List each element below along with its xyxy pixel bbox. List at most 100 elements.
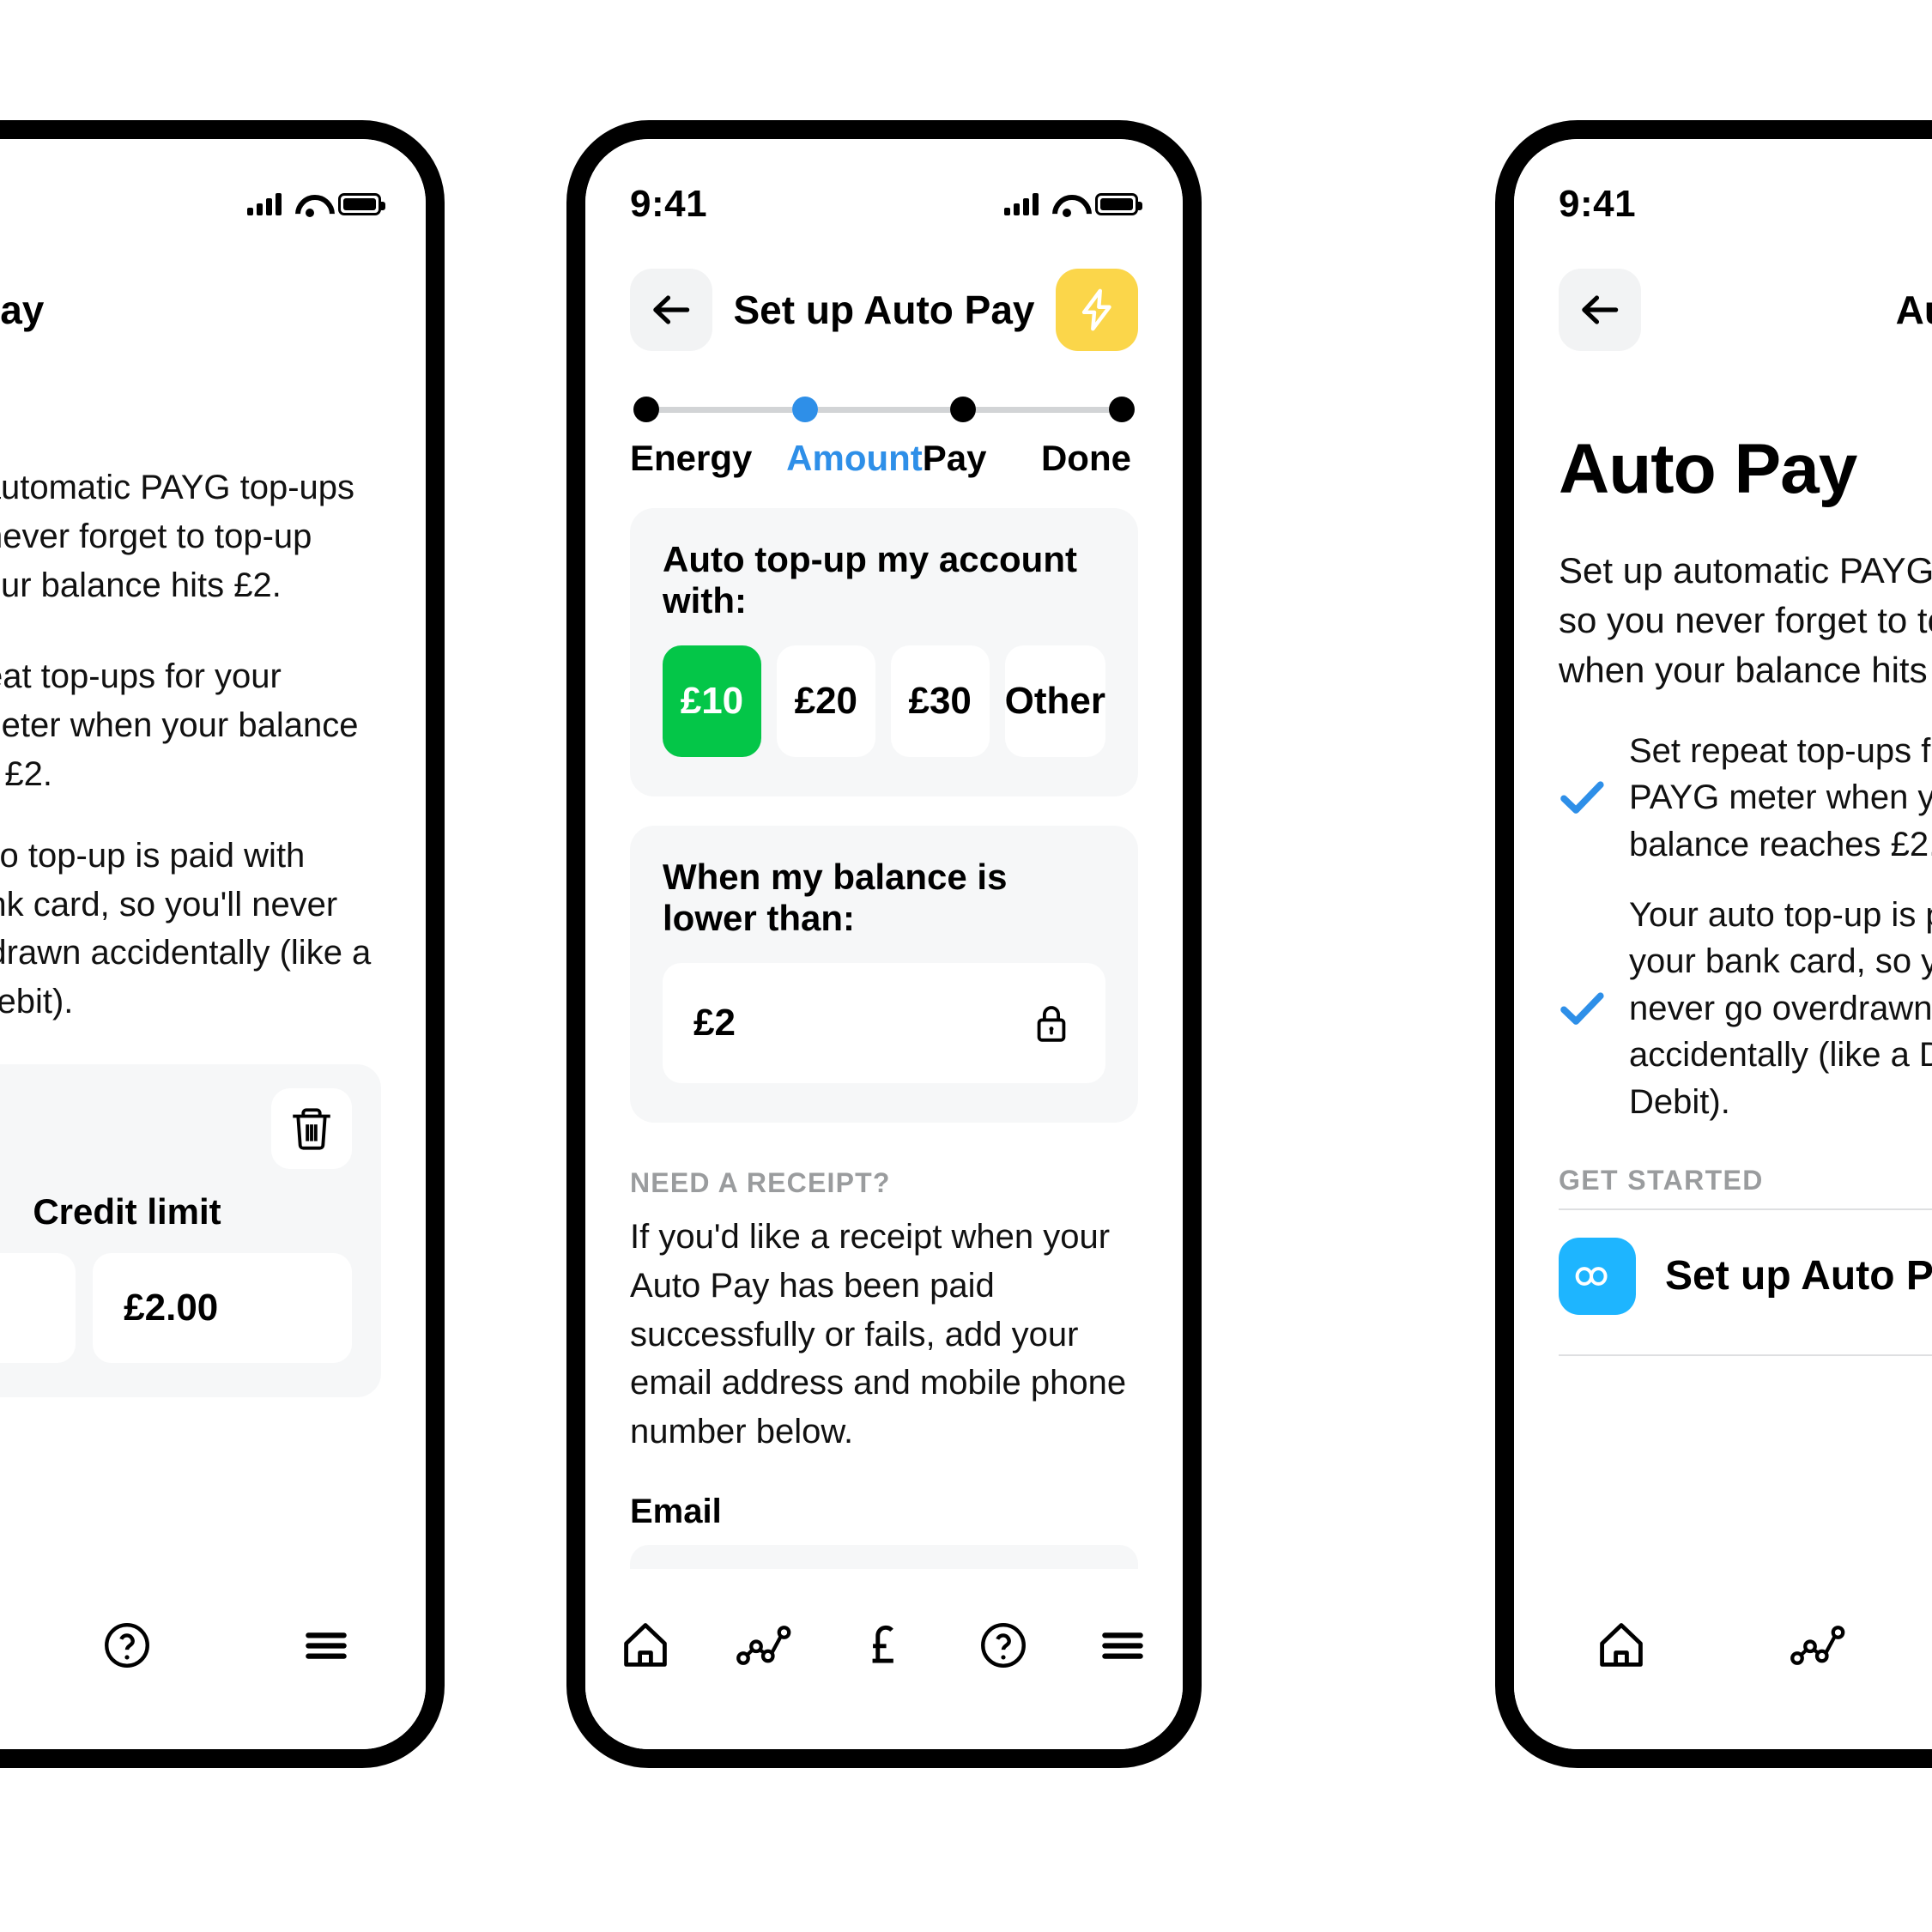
left-card-field-secondary[interactable] [0,1252,76,1363]
amount-option-other[interactable]: Other [1004,645,1105,757]
tab-home[interactable] [598,1607,693,1684]
bullet-text: Set repeat top-ups for your PAYG meter w… [1629,731,1932,863]
step-dot-energy[interactable] [633,397,659,422]
wifi-icon [1052,193,1081,217]
battery-icon [338,193,385,215]
amount-options: £10 £20 £30 Other [663,645,1105,757]
amount-option-10[interactable]: £10 [663,645,761,757]
tab-menu[interactable] [1075,1607,1170,1684]
center-tab-bar [585,1569,1183,1749]
right-page-title: Auto Pay [1559,430,1857,508]
left-card-inputs: £2.00 [0,1252,352,1363]
menu-icon [1102,1632,1144,1659]
threshold-card-title: When my balance is lower than: [663,857,1008,938]
signal-bars-icon [247,193,282,215]
check-icon [1559,778,1607,817]
left-credit-limit-card: Credit limit £2.00 [0,1063,381,1397]
tab-help[interactable] [956,1607,1051,1684]
step-dot-amount[interactable] [791,397,818,422]
left-navbar: Auto Pay [0,240,426,369]
infinity-glyph [1575,1267,1608,1286]
right-screen: 9:41 Auto Pay Auto Pay Set up automatic … [1514,139,1932,1749]
back-arrow-icon [653,295,690,324]
get-started-kicker: GET STARTED [1559,1164,1764,1196]
divider-bottom [1559,1354,1932,1356]
row-label: Set up Auto Pay [1665,1253,1932,1299]
amount-option-30[interactable]: £30 [890,645,990,757]
amount-card: Auto top-up my account with: £10 £20 £30… [630,508,1138,796]
left-tab-bar [0,1569,426,1749]
right-navbar: Auto Pay [1514,240,1932,369]
step-segment-3 [976,406,1110,413]
center-status-icons [1004,193,1142,217]
screenshot-canvas: Auto Pay Set up automatic PAYG top-ups s… [0,0,1932,1932]
check-icon [1559,989,1607,1028]
lightning-bolt-icon [1081,288,1111,331]
tab-usage[interactable] [718,1607,812,1684]
tab-usage[interactable] [1772,1607,1866,1684]
delete-button[interactable] [271,1087,352,1169]
left-bullet-2: Your auto top-up is paid with your bank … [0,836,372,1021]
list-item: Set repeat top-ups for your PAYG meter w… [1559,728,1932,868]
left-content: Set up automatic PAYG top-ups so you nev… [0,463,426,1397]
tab-menu[interactable] [279,1607,373,1684]
set-up-auto-pay-row[interactable]: Set up Auto Pay [1559,1210,1932,1342]
step-label-energy[interactable]: Energy [630,438,786,479]
right-bullets: Set repeat top-ups for your PAYG meter w… [1559,728,1932,1125]
home-icon [623,1623,667,1667]
phone-left: Auto Pay Set up automatic PAYG top-ups s… [0,120,445,1768]
center-content: Auto top-up my account with: £10 £20 £30… [585,508,1183,1749]
right-paragraph: Set up automatic PAYG top-ups so you nev… [1559,550,1932,690]
help-icon [105,1623,149,1668]
step-dot-pay[interactable] [950,397,977,422]
phone-right: 9:41 Auto Pay Auto Pay Set up automatic … [1495,120,1932,1768]
tab-home[interactable] [1574,1607,1669,1684]
list-item: Your auto top-up is paid with your bank … [1559,892,1932,1125]
center-screen: 9:41 Set up Auto Pay Energy Amount Pay D… [585,139,1183,1749]
battery-icon [1095,193,1142,215]
left-paragraph: Set up automatic PAYG top-ups so you nev… [0,469,355,604]
right-status-bar: 9:41 [1514,139,1932,240]
trash-icon [293,1108,330,1150]
threshold-card: When my balance is lower than: £2 [630,826,1138,1123]
email-label: Email [630,1492,722,1530]
left-card-field-value[interactable]: £2.00 [93,1252,352,1363]
menu-icon [306,1632,347,1659]
help-icon [981,1623,1027,1668]
phone-center: 9:41 Set up Auto Pay Energy Amount Pay D… [566,120,1202,1768]
step-dot-done[interactable] [1109,397,1136,422]
trend-chart-icon [736,1626,791,1665]
step-segment-2 [817,406,951,413]
center-navbar: Set up Auto Pay [585,240,1183,369]
left-card-label: Credit limit [33,1190,221,1232]
receipt-body: If you'd like a receipt when your Auto P… [630,1218,1127,1451]
bullet-text: Your auto top-up is paid with your bank … [1629,896,1932,1121]
threshold-value: £2 [693,1002,736,1044]
tab-help[interactable] [80,1607,174,1684]
back-button[interactable] [630,269,712,351]
left-bullet-1: Set repeat top-ups for your PAYG meter w… [0,657,359,793]
back-arrow-icon [1582,295,1619,324]
stepper-track [630,395,1138,424]
quick-action-button[interactable] [1056,269,1138,351]
amount-option-20[interactable]: £20 [776,645,875,757]
receipt-kicker: NEED A RECEIPT? [630,1167,891,1198]
tab-balance[interactable] [837,1607,931,1684]
trend-chart-icon [1790,1626,1845,1665]
infinity-icon [1559,1237,1636,1315]
right-tab-bar [1514,1569,1932,1749]
stepper-labels: Energy Amount Pay Done [630,438,1138,479]
home-icon [1600,1623,1643,1667]
setup-stepper: Energy Amount Pay Done [585,369,1183,479]
back-button[interactable] [1559,269,1641,351]
step-label-done[interactable]: Done [1041,438,1138,479]
signal-bars-icon [1004,193,1039,215]
step-label-pay[interactable]: Pay [923,438,1041,479]
right-content: Auto Pay Set up automatic PAYG top-ups s… [1514,429,1932,1356]
left-status-icons [247,193,385,217]
step-segment-1 [659,406,792,413]
threshold-field[interactable]: £2 [663,963,1105,1083]
left-status-bar [0,139,426,240]
step-label-amount[interactable]: Amount [786,438,923,479]
right-status-time: 9:41 [1559,183,1637,225]
